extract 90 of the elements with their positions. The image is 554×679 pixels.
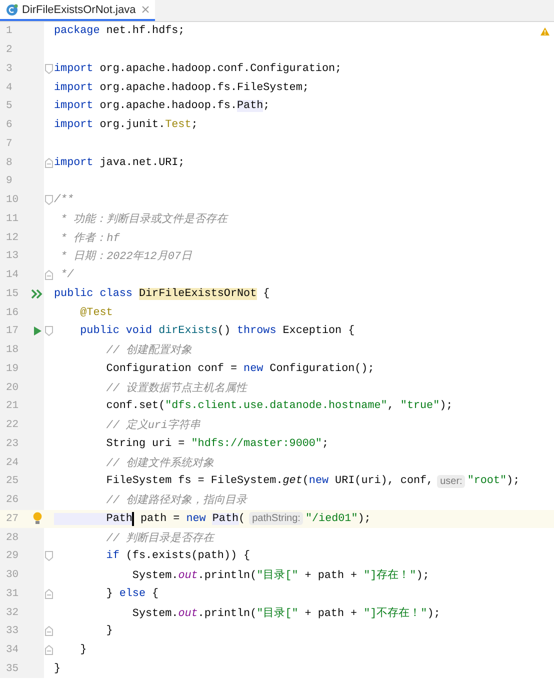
line-number: 7 (5, 138, 14, 150)
line-number: 1 (5, 25, 14, 38)
code-text: } (54, 662, 61, 675)
line-number: 13 (5, 250, 20, 262)
file-tab[interactable]: DirFileExistsOrNot.java (0, 0, 155, 21)
line-number: 32 (5, 606, 20, 619)
code-text: import java.net.URI; (54, 156, 185, 169)
line-number: 15 (5, 288, 20, 300)
line-number: 12 (5, 232, 20, 244)
code-text: "root"); (467, 475, 520, 488)
fold-icon[interactable] (45, 551, 53, 562)
code-text: // 创建文件系统对象 (105, 456, 214, 470)
code-text: @Test (79, 306, 113, 319)
code-text: } (79, 644, 87, 656)
line-number: 34 (5, 644, 20, 656)
code-text: "/ied01"); (305, 512, 371, 525)
code-text: import org.apache.hadoop.fs.FileSystem; (54, 82, 309, 94)
code-text: import org.apache.hadoop.fs.Path; (54, 100, 270, 112)
line-number: 33 (5, 625, 20, 638)
code-text: public class DirFileExistsOrNot { (54, 288, 270, 300)
line-number: 11 (5, 212, 20, 225)
code-text: conf.set("dfs.client.use.datanode.hostname", "true"); (105, 400, 453, 412)
code-text: Configuration conf = new Configuration(); (105, 362, 374, 375)
code-text: if (fs.exists(path)) { (105, 550, 250, 562)
code-text: // 创建配置对象 (105, 343, 192, 358)
code-text: String uri = "hdfs://master:9000"; (105, 438, 329, 450)
line-number: 26 (5, 494, 20, 506)
line-number: 9 (5, 175, 14, 188)
line-number: 8 (5, 156, 14, 169)
class-file-icon (6, 4, 18, 16)
line-number: 21 (5, 400, 20, 412)
line-number: 3 (5, 62, 14, 75)
line-number: 20 (5, 382, 20, 394)
line-number: 25 (5, 475, 20, 488)
code-text: // 判断目录是否存在 (105, 531, 214, 545)
run-icon[interactable] (32, 326, 42, 336)
line-number: 14 (5, 269, 20, 282)
fold-icon[interactable] (45, 64, 53, 74)
line-number: 18 (5, 344, 20, 356)
code-text: Path (54, 512, 132, 525)
code-text: import org.junit.Test; (54, 119, 198, 132)
line-number: 23 (5, 438, 20, 450)
line-number: 35 (5, 662, 20, 675)
line-number: 31 (5, 588, 20, 600)
line-number: 4 (5, 82, 14, 94)
code-text: System.out.println("目录[" + path + "]不存在！"); (131, 606, 440, 620)
lightbulb-icon[interactable] (32, 512, 42, 526)
fold-icon[interactable] (45, 158, 53, 168)
code-text: System.out.println("目录[" + path + "]存在！"); (131, 568, 430, 582)
line-number: 10 (5, 194, 20, 206)
code-text: } else { (105, 588, 159, 600)
text-caret (132, 512, 134, 526)
code-text: package net.hf.hdfs; (54, 25, 185, 38)
code-text: /** (54, 194, 74, 206)
line-number: 22 (5, 419, 20, 432)
line-number: 16 (5, 306, 20, 319)
code-text: import org.apache.hadoop.conf.Configuration; (54, 62, 342, 75)
line-number: 6 (5, 119, 14, 132)
line-number: 5 (5, 100, 14, 112)
code-text: // 设置数据节点主机名属性 (105, 380, 247, 395)
line-number: 27 (5, 512, 20, 525)
code-text: * 作者：hf (60, 231, 120, 245)
line-number: 19 (5, 362, 20, 375)
line-number: 30 (5, 569, 20, 582)
close-icon[interactable] (142, 4, 149, 16)
code-text: * 功能：判断目录或文件是否存在 (60, 212, 228, 226)
run-all-icon[interactable] (31, 288, 43, 299)
line-number: 17 (5, 325, 20, 338)
line-number: 29 (5, 550, 20, 562)
parameter-hint: pathString: (249, 512, 304, 526)
line-number: 28 (5, 532, 20, 544)
warning-icon[interactable] (540, 27, 550, 36)
tab-label: DirFileExistsOrNot.java (22, 4, 136, 16)
fold-icon[interactable] (45, 645, 53, 656)
fold-icon[interactable] (45, 588, 53, 599)
code-text: // 定义uri字符串 (105, 418, 200, 432)
code-text: } (105, 625, 113, 638)
fold-icon[interactable] (45, 195, 53, 206)
code-text: public void dirExists() throws Exception { (79, 325, 355, 338)
code-text: * 日期：2022年12月07日 (60, 249, 192, 264)
code-text: */ (60, 269, 74, 282)
code-text: FileSystem fs = FileSystem.get(new URI(uri), conf, (105, 475, 434, 488)
fold-icon[interactable] (45, 326, 53, 336)
line-number: 2 (5, 44, 14, 56)
code-text: // 创建路径对象，指向目录 (105, 493, 247, 508)
fold-icon[interactable] (45, 270, 53, 280)
fold-icon[interactable] (45, 626, 53, 636)
parameter-hint: user: (437, 474, 466, 488)
code-text: path = new Path( (139, 512, 246, 525)
line-number: 24 (5, 456, 20, 469)
